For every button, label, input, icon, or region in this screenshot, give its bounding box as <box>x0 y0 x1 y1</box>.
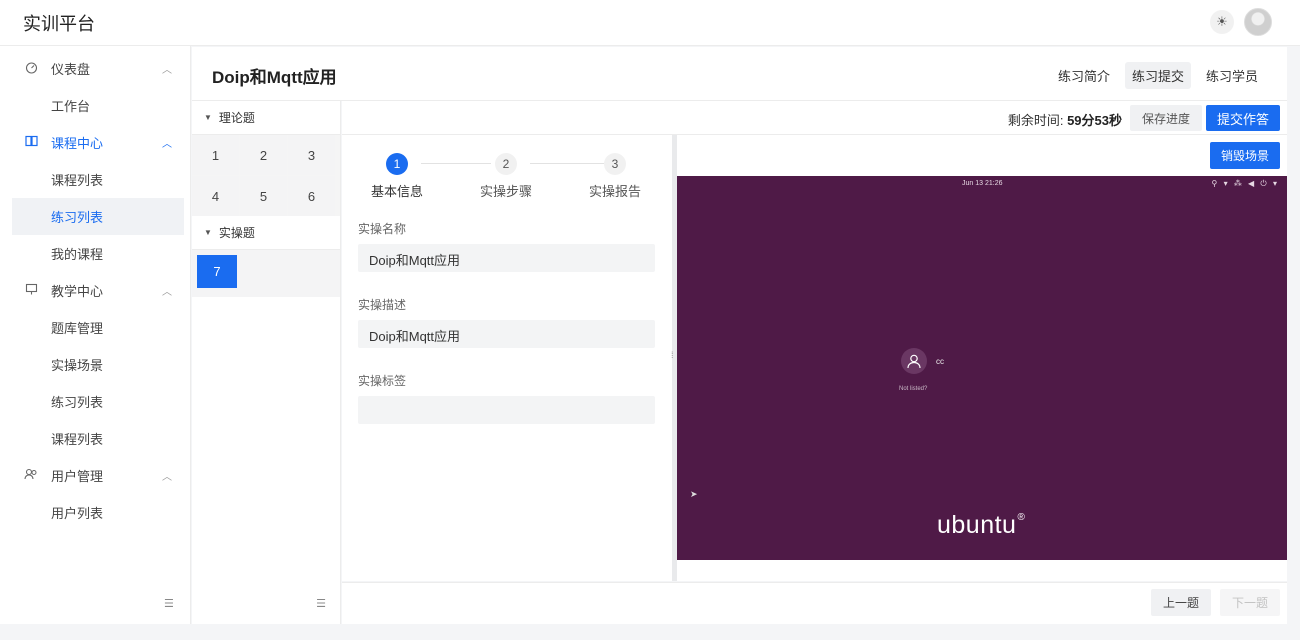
caret-down-icon: ▼ <box>204 228 212 237</box>
tab-practice-intro[interactable]: 练习简介 <box>1051 62 1117 89</box>
practice-question-grid: 7 <box>192 250 340 297</box>
question-number-button[interactable]: 3 <box>288 135 335 175</box>
top-header: 实训平台 ☀ <box>0 0 1300 46</box>
vm-user-avatar-icon[interactable] <box>901 348 927 374</box>
chevron-up-icon: ︿ <box>162 287 172 298</box>
practice-form-pane: 1 基本信息 2 实操步骤 3 实操报告 实操名称 Doip和Mqtt应用 实操… <box>342 135 672 581</box>
question-number-button[interactable]: 5 <box>240 176 287 216</box>
question-number-button[interactable]: 1 <box>192 135 239 175</box>
sidebar-item-my-courses[interactable]: 我的课程 <box>0 235 190 272</box>
users-icon <box>24 468 38 483</box>
page-title: Doip和Mqtt应用 <box>212 68 337 87</box>
sidebar-item-teaching-practice-list[interactable]: 练习列表 <box>0 383 190 420</box>
practice-name-field[interactable]: Doip和Mqtt应用 <box>358 244 655 272</box>
vm-screen[interactable]: Jun 13 21:26 ⚲ ▾ ⁂ ◀ ⏻ ▾ cc Not listed? … <box>677 176 1287 560</box>
question-number-button[interactable]: 2 <box>240 135 287 175</box>
sidebar-item-practice-scenes[interactable]: 实操场景 <box>0 346 190 383</box>
exam-toolbar: 剩余时间: 59分53秒 保存进度 提交作答 <box>342 101 1287 135</box>
sidebar-item-course-list[interactable]: 课程列表 <box>0 161 190 198</box>
header-tabs: 练习简介 练习提交 练习学员 <box>1051 62 1265 89</box>
sidebar-group-course-center[interactable]: 课程中心 ︿ <box>0 124 190 161</box>
save-progress-button[interactable]: 保存进度 <box>1129 105 1202 131</box>
practice-name-label: 实操名称 <box>358 222 407 236</box>
step-indicator: 1 基本信息 2 实操步骤 3 实操报告 <box>342 135 672 210</box>
mouse-cursor-icon: ➤ <box>690 489 698 499</box>
theory-question-grid: 1 2 3 4 5 6 <box>192 135 340 216</box>
next-question-button[interactable]: 下一题 <box>1219 589 1280 616</box>
caret-down-icon: ▼ <box>204 113 212 122</box>
question-navigator: ▼ 理论题 1 2 3 4 5 6 ▼ 实操题 7 ☰ <box>192 101 341 624</box>
sidebar-group-dashboard[interactable]: 仪表盘 ︿ <box>0 50 190 87</box>
app-root: 实训平台 ☀ 仪表盘 ︿ 工作台 课程中心 ︿ 课程列表 练习列表 我的课程 教… <box>0 0 1300 640</box>
vm-system-tray-icons: ⚲ ▾ ⁂ ◀ ⏻ ▾ <box>1211 179 1279 188</box>
book-icon <box>24 135 38 150</box>
avatar[interactable] <box>1244 8 1272 36</box>
destroy-scene-button[interactable]: 销毁场景 <box>1209 142 1280 169</box>
chevron-up-icon: ︿ <box>162 472 172 483</box>
theme-toggle-icon[interactable]: ☀ <box>1210 10 1234 34</box>
practice-tags-label: 实操标签 <box>358 374 407 388</box>
remaining-time-value: 59分53秒 <box>1067 113 1122 128</box>
previous-question-button[interactable]: 上一题 <box>1150 589 1211 616</box>
sidebar-item-workbench[interactable]: 工作台 <box>0 87 190 124</box>
vm-not-listed-link[interactable]: Not listed? <box>899 386 927 392</box>
sidebar: 仪表盘 ︿ 工作台 课程中心 ︿ 课程列表 练习列表 我的课程 教学中心 ︿ 题… <box>0 46 191 624</box>
question-number-button[interactable]: 6 <box>288 176 335 216</box>
practice-tags-field[interactable] <box>358 396 655 424</box>
sidebar-item-user-list[interactable]: 用户列表 <box>0 494 190 531</box>
collapse-sidebar-icon[interactable]: ☰ <box>164 597 174 610</box>
question-nav-bar: 上一题 下一题 <box>342 582 1287 624</box>
step-practice-steps[interactable]: 2 实操步骤 <box>466 153 546 200</box>
virtual-machine-pane: 销毁场景 Jun 13 21:26 ⚲ ▾ ⁂ ◀ ⏻ ▾ cc Not lis… <box>677 135 1287 581</box>
collapse-panel-icon[interactable]: ☰ <box>316 597 326 610</box>
tab-practice-students[interactable]: 练习学员 <box>1199 62 1265 89</box>
chevron-up-icon: ︿ <box>162 139 172 150</box>
ubuntu-logo: ubuntu® <box>937 511 1026 539</box>
tab-practice-submit[interactable]: 练习提交 <box>1124 62 1191 89</box>
sidebar-item-teaching-course-list[interactable]: 课程列表 <box>0 420 190 457</box>
sidebar-item-practice-list[interactable]: 练习列表 <box>12 198 184 235</box>
question-number-button-selected[interactable]: 7 <box>197 255 237 288</box>
sidebar-group-teaching-center[interactable]: 教学中心 ︿ <box>0 272 190 309</box>
vm-clock: Jun 13 21:26 <box>962 180 1003 187</box>
practice-section-header[interactable]: ▼ 实操题 <box>192 216 340 250</box>
brand-title: 实训平台 <box>23 14 95 34</box>
practice-description-field[interactable]: Doip和Mqtt应用 <box>358 320 655 348</box>
remaining-time: 剩余时间: 59分53秒 <box>1007 113 1122 128</box>
vm-username[interactable]: cc <box>936 357 944 366</box>
sidebar-group-user-management[interactable]: 用户管理 ︿ <box>0 457 190 494</box>
theory-section-header[interactable]: ▼ 理论题 <box>192 101 340 135</box>
submit-answer-button[interactable]: 提交作答 <box>1205 105 1280 131</box>
chevron-up-icon: ︿ <box>162 65 172 76</box>
content-header: Doip和Mqtt应用 练习简介 练习提交 练习学员 <box>192 47 1287 101</box>
header-actions: ☀ <box>1210 8 1272 36</box>
sidebar-item-question-bank[interactable]: 题库管理 <box>0 309 190 346</box>
step-basic-info[interactable]: 1 基本信息 <box>357 153 437 200</box>
step-practice-report[interactable]: 3 实操报告 <box>575 153 655 200</box>
practice-description-label: 实操描述 <box>358 298 407 312</box>
dashboard-icon <box>24 61 38 77</box>
drag-handle-icon: ⁞ <box>671 350 674 360</box>
question-number-button[interactable]: 4 <box>192 176 239 216</box>
monitor-icon <box>24 283 38 299</box>
